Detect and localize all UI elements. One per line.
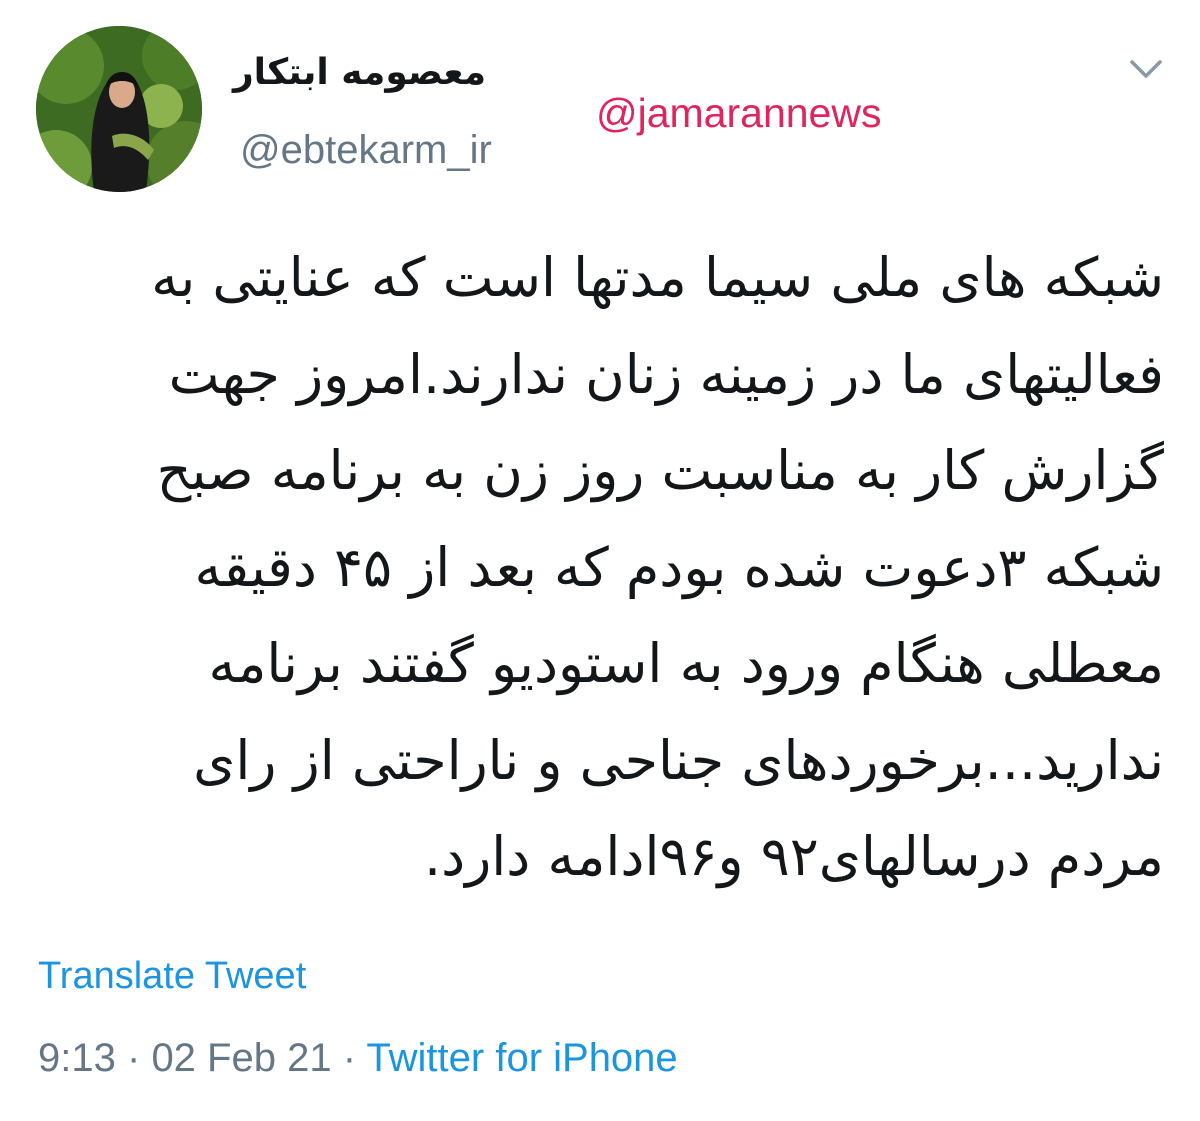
meta-separator: · xyxy=(342,1036,357,1080)
watermark-text: @jamarannews xyxy=(596,90,882,136)
tweet-body: شبکه های ملی سیما مدتها است که عنایتی به… xyxy=(60,230,1164,906)
tweet-date[interactable]: 02 Feb 21 xyxy=(151,1036,331,1080)
tweet-metadata: 9:13 · 02 Feb 21 · Twitter for iPhone xyxy=(38,1036,678,1081)
tweet-source-link[interactable]: Twitter for iPhone xyxy=(366,1036,677,1080)
tweet-text-line: شبکه های ملی سیما مدتها است که عنایتی به xyxy=(151,246,1164,309)
tweet-text-line: فعالیتهای ما در زمینه زنان ندارند.امروز … xyxy=(168,342,1164,406)
tweet-card: معصومه ابتکار @ebtekarm_ir @jamarannews … xyxy=(0,0,1200,1121)
chevron-down-icon xyxy=(1130,60,1162,78)
profile-photo-icon xyxy=(36,26,202,192)
author-display-name[interactable]: معصومه ابتکار xyxy=(233,52,486,93)
author-handle[interactable]: @ebtekarm_ir xyxy=(240,128,492,173)
tweet-text-line: ندارید...برخوردهای جناحی و ناراحتی از را… xyxy=(193,728,1164,792)
tweet-text-line: گزارش کار به مناسبت روز زن به برنامه صبح xyxy=(156,439,1164,502)
tweet-text-line: شبکه ۳دعوت شده بودم که بعد از ۴۵ دقیقه xyxy=(194,535,1164,599)
author-avatar[interactable] xyxy=(36,26,202,192)
tweet-menu-button[interactable] xyxy=(1128,54,1164,84)
tweet-text-line: مردم درسالهای۹۲ و۹۶ادامه دارد. xyxy=(424,825,1164,888)
meta-separator: · xyxy=(126,1036,141,1080)
tweet-time: 9:13 xyxy=(38,1036,116,1080)
translate-tweet-link[interactable]: Translate Tweet xyxy=(38,955,306,998)
tweet-text-line: معطلی هنگام ورود به استودیو گفتند برنامه xyxy=(208,632,1164,695)
